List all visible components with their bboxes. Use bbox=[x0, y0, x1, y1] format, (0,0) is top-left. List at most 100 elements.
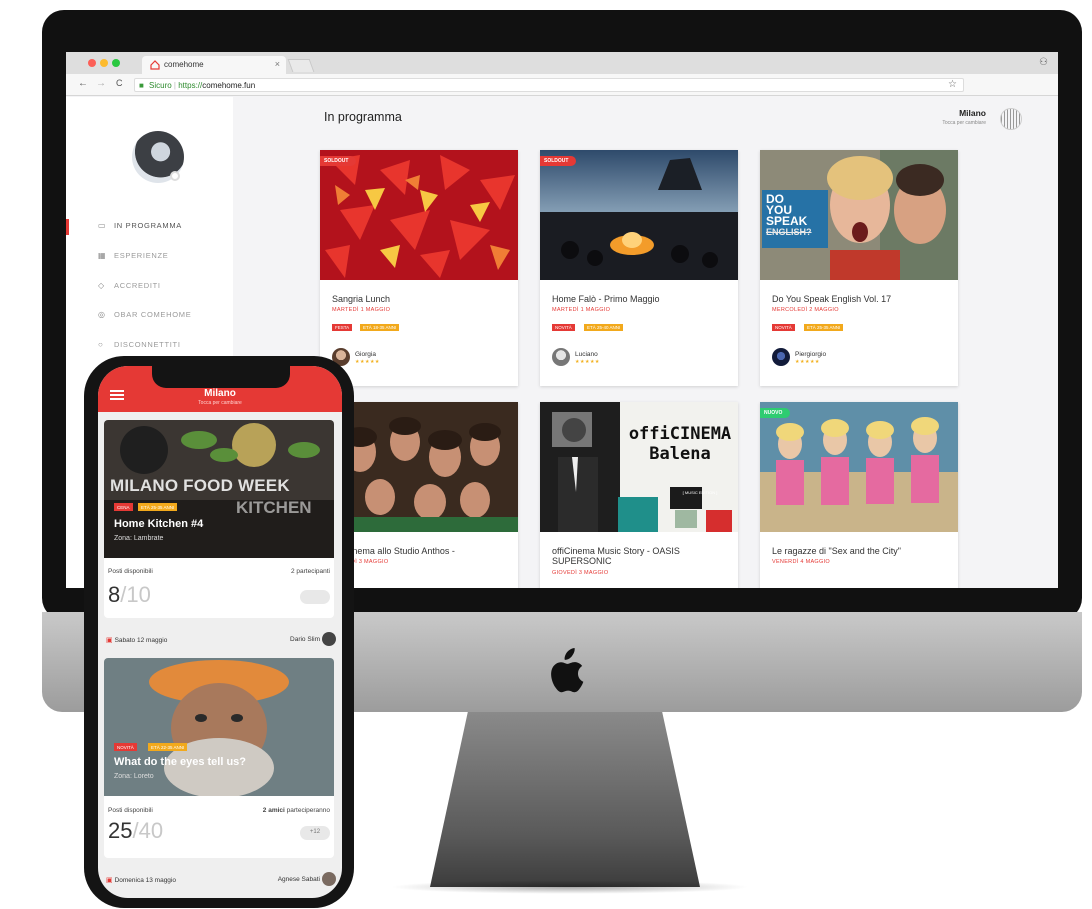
event-date: GIOVEDÌ 3 MAGGIO bbox=[552, 570, 609, 576]
seats-total: /40 bbox=[132, 818, 164, 843]
friends-suffix: parteciperanno bbox=[284, 807, 330, 814]
browser-tabbar: comehome × ⚇ bbox=[66, 52, 1058, 74]
browser-toolbar: ← → C ■ Sicuro | https://comehome.fun ☆ bbox=[66, 74, 1058, 96]
host-name[interactable]: Luciano bbox=[575, 351, 598, 358]
tab-close-icon[interactable]: × bbox=[275, 59, 280, 69]
sidebar-item-label: ESPERIENZE bbox=[114, 251, 169, 260]
city-selector-hint: Tocca per cambiare bbox=[942, 120, 986, 126]
apple-logo-icon bbox=[551, 648, 584, 693]
event-tag: NOVITÀ bbox=[552, 324, 575, 331]
new-badge: NUOVO bbox=[760, 408, 791, 418]
event-image bbox=[540, 402, 738, 532]
overlay-text: MILANO FOOD WEEK bbox=[110, 476, 290, 495]
lock-icon: ■ bbox=[139, 81, 144, 90]
sidebar-item-accrediti[interactable]: ◇ ACCREDITI bbox=[98, 281, 161, 290]
sidebar-item-disconnettiti[interactable]: ○ DISCONNETTITI bbox=[98, 340, 181, 349]
city-skyline-icon[interactable] bbox=[1000, 108, 1022, 130]
browser-tab[interactable]: comehome × bbox=[142, 56, 286, 74]
forward-button[interactable]: → bbox=[96, 78, 106, 89]
back-button[interactable]: ← bbox=[78, 78, 88, 89]
event-day-label: Domenica 13 maggio bbox=[114, 877, 176, 884]
soldout-badge: SOLDOUT bbox=[320, 156, 357, 166]
poster-line: ENGLISH? bbox=[766, 227, 812, 237]
profile-icon[interactable]: ⚇ bbox=[1039, 57, 1048, 68]
close-window-dot[interactable] bbox=[88, 59, 96, 67]
host-avatar[interactable] bbox=[772, 348, 790, 366]
seats-count: 8/10 bbox=[108, 582, 151, 608]
poster-line: offiCINEMA bbox=[628, 424, 732, 444]
secure-label: Sicuro bbox=[149, 81, 172, 90]
address-bar[interactable]: ■ Sicuro | https://comehome.fun ☆ bbox=[134, 78, 964, 92]
event-tag: CENA bbox=[114, 503, 133, 511]
phone-event-card[interactable]: NOVITÀ ETÀ 22-35 ANNI What do the eyes t… bbox=[104, 658, 334, 858]
event-card[interactable]: SOLDOUT Sangria Lunch MARTEDÌ 1 MAGGIO F… bbox=[320, 150, 518, 386]
reload-button[interactable]: C bbox=[116, 78, 123, 88]
host-name[interactable]: Agnese Sabati bbox=[278, 876, 320, 883]
bookmark-star-icon[interactable]: ☆ bbox=[948, 79, 957, 90]
event-image bbox=[540, 150, 738, 280]
event-day-label: Sabato 12 maggio bbox=[114, 637, 168, 644]
seats-available: 8 bbox=[108, 582, 121, 607]
friends-label: 2 amici parteciperanno bbox=[263, 807, 330, 814]
host-rating: ★★★★★ bbox=[795, 359, 820, 365]
age-tag: ETÀ 22-35 ANNI bbox=[148, 743, 188, 751]
phone-city[interactable]: Milano bbox=[98, 388, 342, 399]
phone-city-hint: Tocca per cambiare bbox=[198, 400, 242, 406]
logout-icon: ○ bbox=[98, 340, 104, 349]
host-avatar[interactable] bbox=[552, 348, 570, 366]
event-date: MARTEDÌ 1 MAGGIO bbox=[332, 307, 391, 313]
event-zone: Zona: Lambrate bbox=[114, 535, 164, 542]
sidebar-item-label: IN PROGRAMMA bbox=[114, 221, 182, 230]
event-title: offiCinema Music Story - OASIS SUPERSONI… bbox=[552, 546, 680, 566]
avatar-status-dot bbox=[170, 171, 180, 181]
event-zone: Zona: Loreto bbox=[114, 773, 154, 780]
event-date: VENERDÌ 4 MAGGIO bbox=[772, 559, 830, 565]
sidebar-item-label: ACCREDITI bbox=[114, 281, 161, 290]
minimize-window-dot[interactable] bbox=[100, 59, 108, 67]
event-title: Le ragazze di "Sex and the City" bbox=[772, 546, 901, 556]
host-name[interactable]: Giorgia bbox=[355, 351, 376, 358]
seats-label: Posti disponibili bbox=[108, 568, 153, 575]
host-name[interactable]: Piergiorgio bbox=[795, 351, 826, 358]
host-avatar[interactable] bbox=[322, 632, 336, 646]
city-selector[interactable]: Milano bbox=[959, 108, 986, 118]
event-image bbox=[760, 402, 958, 532]
participants-label: 2 partecipanti bbox=[290, 568, 330, 575]
phone-notch bbox=[152, 366, 290, 388]
calendar-icon: ▣ bbox=[106, 637, 115, 644]
sidebar-item-in-programma[interactable]: ▭ IN PROGRAMMA bbox=[98, 221, 182, 230]
sidebar-item-obar[interactable]: ◎ OBAR COMEHOME bbox=[98, 310, 191, 319]
event-tag: NOVITÀ bbox=[114, 743, 137, 751]
host-avatar[interactable] bbox=[322, 872, 336, 886]
seats-count: 25/40 bbox=[108, 818, 163, 844]
maximize-window-dot[interactable] bbox=[112, 59, 120, 67]
tab-title: comehome bbox=[164, 60, 204, 69]
participants-avatars[interactable]: +12 bbox=[300, 826, 330, 840]
age-tag: ETÀ 18-35 ANNI bbox=[360, 324, 400, 331]
overlay-text: KITCHEN bbox=[236, 498, 312, 517]
sidebar-item-esperienze[interactable]: ▦ ESPERIENZE bbox=[98, 251, 169, 260]
phone-event-card[interactable]: MILANO FOOD WEEK KITCHEN CENA ETÀ 25-35 … bbox=[104, 420, 334, 618]
sidebar-active-indicator bbox=[66, 219, 69, 235]
tag-icon: ◇ bbox=[98, 281, 105, 290]
url-protocol: https:// bbox=[178, 81, 203, 90]
new-tab-button[interactable] bbox=[287, 59, 315, 72]
event-card[interactable]: offiCINEMA Balena [ MUSIC EDITION ] offi… bbox=[540, 402, 738, 588]
host-name[interactable]: Dario Slim bbox=[290, 636, 320, 643]
event-card[interactable]: SOLDOUT Home Falò - Primo Maggio MARTEDÌ… bbox=[540, 150, 738, 386]
age-tag: ETÀ 25-35 ANNI bbox=[138, 503, 178, 511]
page-title: In programma bbox=[324, 110, 402, 124]
calendar-icon: ▣ bbox=[106, 877, 115, 884]
event-card[interactable]: NUOVO Le ragazze di "Sex and the City" V… bbox=[760, 402, 958, 588]
host-rating: ★★★★★ bbox=[355, 359, 380, 365]
officinema-poster-title: offiCINEMA Balena bbox=[622, 424, 738, 464]
event-title: What do the eyes tell us? bbox=[114, 756, 247, 768]
friends-count: 2 amici bbox=[262, 807, 285, 814]
phone-screen: Milano Tocca per cambiare MILANO FOOD WE… bbox=[98, 366, 342, 898]
seats-available: 25 bbox=[108, 818, 133, 843]
seats-total: /10 bbox=[120, 582, 151, 607]
participants-avatars[interactable] bbox=[300, 590, 330, 604]
event-title: Home Kitchen #4 bbox=[114, 518, 204, 530]
event-card[interactable]: DO YOU SPEAK ENGLISH? Do You Speak Engli… bbox=[760, 150, 958, 386]
home-favicon-icon bbox=[150, 60, 160, 70]
